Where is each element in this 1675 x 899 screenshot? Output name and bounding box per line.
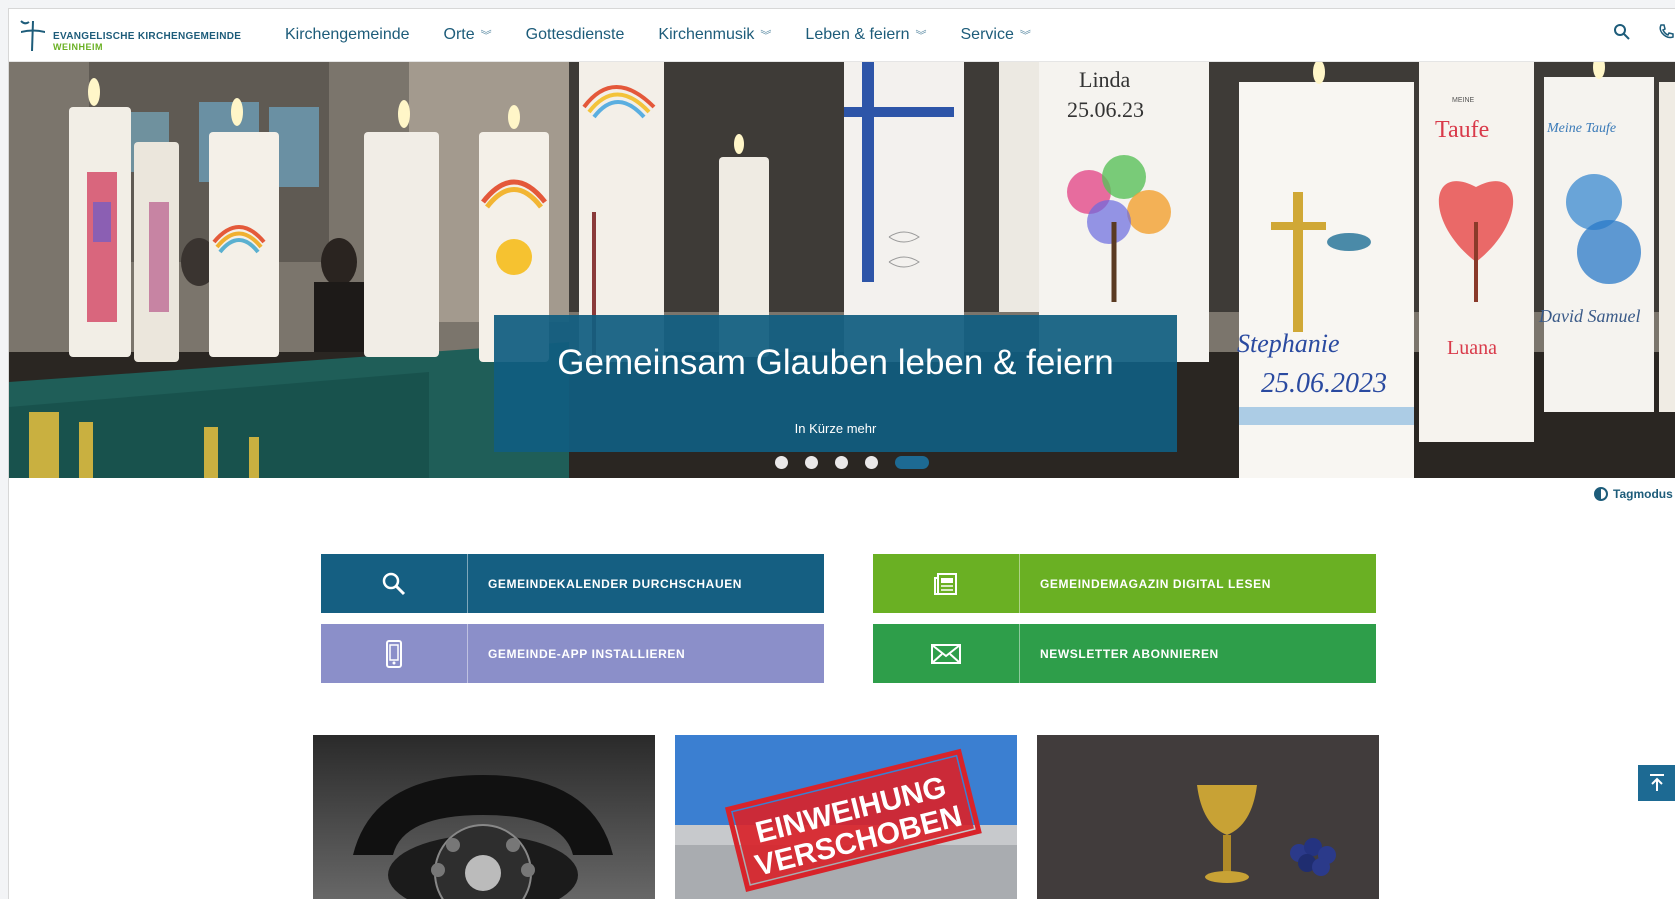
main-navigation: Kirchengemeinde Orte ︾ Gottesdienste Kirc… bbox=[285, 9, 1065, 61]
nav-item-orte[interactable]: Orte ︾ bbox=[444, 26, 492, 44]
church-logo[interactable]: EVANGELISCHE KIRCHENGEMEINDE WEINHEIM bbox=[15, 15, 255, 55]
candle-text-linda-date: 25.06.23 bbox=[1067, 97, 1144, 122]
double-chevron-down-icon: ︾ bbox=[480, 30, 492, 42]
candle-text-stephanie: Stephanie bbox=[1237, 329, 1340, 358]
candle-text-taufe: Taufe bbox=[1435, 117, 1489, 143]
phone-icon[interactable] bbox=[1657, 23, 1675, 41]
hero-slider: Linda 25.06.23 Stephanie 25.06.2023 MEIN… bbox=[9, 62, 1675, 478]
contrast-icon bbox=[1594, 487, 1608, 501]
news-card-telephone[interactable] bbox=[313, 735, 655, 899]
nav-item-service[interactable]: Service ︾ bbox=[961, 26, 1031, 44]
tile-label: Gemeindemagazin digital lesen bbox=[1040, 576, 1271, 591]
smartphone-icon bbox=[386, 639, 402, 668]
browser-viewport: EVANGELISCHE KIRCHENGEMEINDE WEINHEIM Ki… bbox=[8, 8, 1675, 899]
logo-subtitle: WEINHEIM bbox=[53, 42, 103, 52]
slider-dot[interactable] bbox=[835, 456, 848, 469]
logo-title: EVANGELISCHE KIRCHENGEMEINDE bbox=[53, 31, 242, 42]
slider-dot[interactable] bbox=[805, 456, 818, 469]
news-card-chalice[interactable] bbox=[1037, 735, 1379, 899]
telephone-image bbox=[313, 735, 655, 899]
news-card-einweihung[interactable]: EINWEIHUNG VERSCHOBEN bbox=[675, 735, 1017, 899]
search-icon[interactable] bbox=[1613, 23, 1631, 41]
nav-item-kirchengemeinde[interactable]: Kirchengemeinde bbox=[285, 26, 410, 44]
slider-pagination bbox=[775, 456, 946, 469]
tile-gemeinde-app[interactable]: Gemeinde-App installieren bbox=[321, 624, 824, 683]
tile-newsletter[interactable]: Newsletter abonnieren bbox=[873, 624, 1376, 683]
newspaper-icon bbox=[934, 572, 957, 595]
slider-dot[interactable] bbox=[865, 456, 878, 469]
nav-item-gottesdienste[interactable]: Gottesdienste bbox=[526, 26, 625, 44]
slider-dot-active[interactable] bbox=[895, 456, 929, 469]
tile-label: Gemeindekalender durchschauen bbox=[488, 576, 743, 591]
search-icon bbox=[382, 572, 406, 595]
nav-item-leben-feiern[interactable]: Leben & feiern ︾ bbox=[805, 26, 926, 44]
slider-dot[interactable] bbox=[775, 456, 788, 469]
tile-gemeindekalender[interactable]: Gemeindekalender durchschauen bbox=[321, 554, 824, 613]
nav-item-kirchenmusik[interactable]: Kirchenmusik ︾ bbox=[658, 26, 771, 44]
cross-icon bbox=[20, 20, 45, 51]
tile-label: Gemeinde-App installieren bbox=[488, 646, 686, 661]
tile-gemeindemagazin[interactable]: Gemeindemagazin digital lesen bbox=[873, 554, 1376, 613]
candle-text-linda: Linda bbox=[1079, 67, 1131, 92]
hero-subtitle[interactable]: In Kürze mehr bbox=[494, 421, 1177, 436]
candle-text-david: David Samuel bbox=[1538, 306, 1640, 326]
candle-text-stephanie-date: 25.06.2023 bbox=[1261, 368, 1387, 399]
arrow-up-icon bbox=[1650, 774, 1664, 791]
candle-text-meine: MEINE bbox=[1452, 97, 1475, 104]
double-chevron-down-icon: ︾ bbox=[1019, 30, 1031, 42]
daymode-label: Tagmodus bbox=[1613, 487, 1673, 501]
site-header: EVANGELISCHE KIRCHENGEMEINDE WEINHEIM Ki… bbox=[9, 9, 1675, 62]
candle-text-meine-taufe: Meine Taufe bbox=[1546, 121, 1616, 136]
candle-text-luana: Luana bbox=[1447, 337, 1497, 359]
tile-label: Newsletter abonnieren bbox=[1040, 646, 1219, 661]
double-chevron-down-icon: ︾ bbox=[915, 30, 927, 42]
back-to-top-button[interactable] bbox=[1638, 765, 1675, 801]
daymode-toggle[interactable]: Tagmodus bbox=[1594, 487, 1673, 501]
hero-title: Gemeinsam Glauben leben & feiern bbox=[557, 343, 1114, 382]
double-chevron-down-icon: ︾ bbox=[760, 30, 772, 42]
hero-caption: Gemeinsam Glauben leben & feiern In Kürz… bbox=[494, 315, 1177, 452]
einweihung-image: EINWEIHUNG VERSCHOBEN bbox=[675, 735, 1017, 899]
envelope-icon bbox=[931, 643, 961, 664]
chalice-image bbox=[1037, 735, 1379, 899]
